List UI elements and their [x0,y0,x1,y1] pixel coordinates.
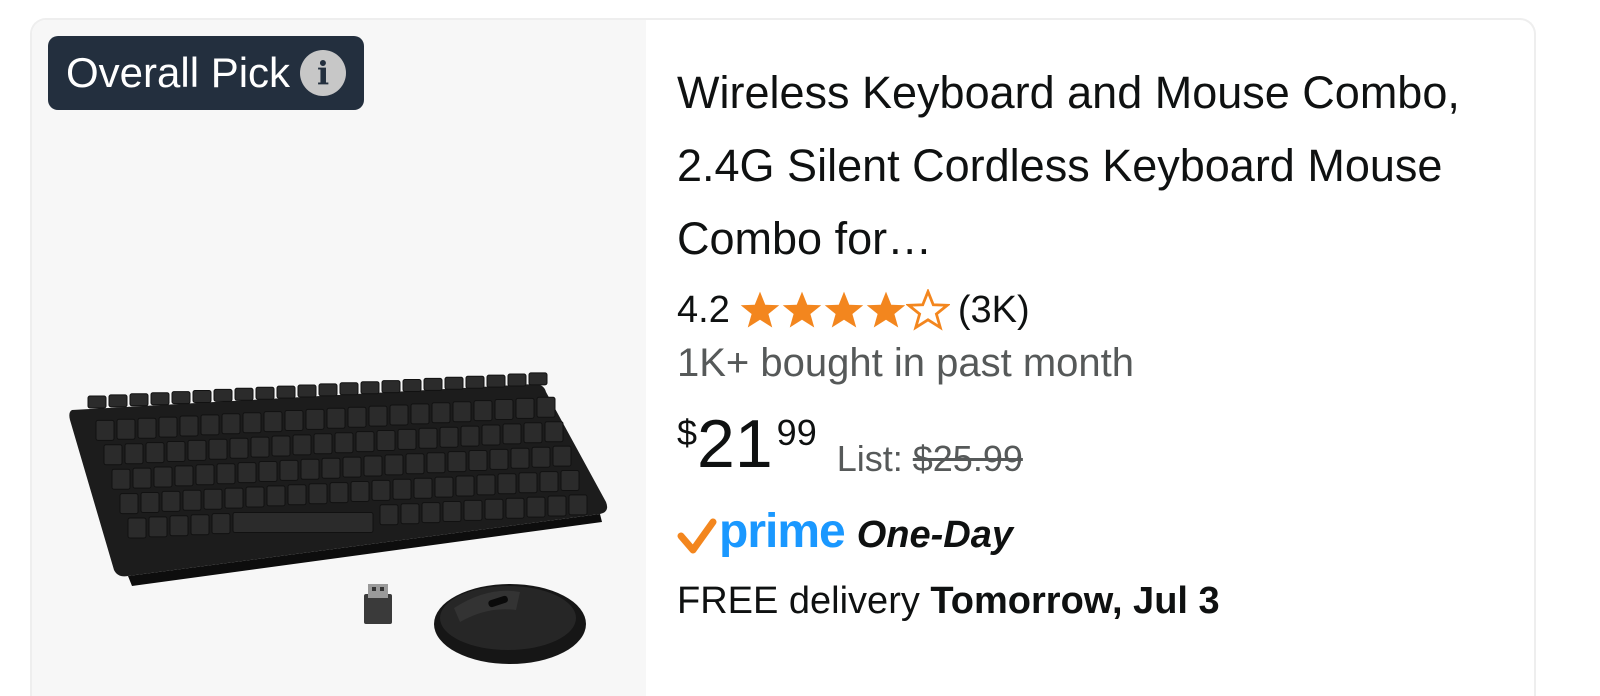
star-rating[interactable] [738,289,950,331]
product-image[interactable] [68,372,648,672]
list-price-value: $25.99 [912,438,1023,479]
info-icon[interactable]: i [300,50,347,96]
delivery-date: Tomorrow, Jul 3 [930,580,1220,622]
star-full-icon [824,291,864,328]
list-price-label: List: [836,438,903,479]
list-price: List: $25.99 [837,438,1023,480]
badge-label: Overall Pick [66,49,291,96]
wireless-mouse [434,584,586,664]
delivery-info: FREE delivery Tomorrow, Jul 3 [677,580,1497,623]
prime-check-icon [677,518,717,554]
price: $ 21 99 [677,404,817,480]
price-row: $ 21 99 List: $25.99 [677,404,1497,484]
prime-logo: prime [719,504,846,558]
rating-value: 4.2 [677,288,730,331]
delivery-prefix: FREE delivery [677,580,920,622]
star-full-icon [740,291,780,328]
star-empty-icon [905,289,950,331]
star-full-icon [782,291,822,328]
usb-dongle [364,584,392,624]
overall-pick-badge: Overall Pick i [48,36,365,110]
product-details: Wireless Keyboard and Mouse Combo, 2.4G … [677,56,1497,623]
review-count[interactable]: (3K) [958,289,1030,332]
product-title[interactable]: Wireless Keyboard and Mouse Combo, 2.4G … [677,56,1497,275]
price-fraction: 99 [776,412,817,453]
rating-row[interactable]: 4.2 (3K) [677,285,1497,335]
star-full-icon [866,291,906,328]
delivery-speed: One-Day [856,513,1013,556]
bought-count: 1K+ bought in past month [677,341,1134,385]
product-image-panel[interactable]: Overall Pick i [32,20,646,696]
product-card[interactable]: Overall Pick i Wireless Keyboard and Mou… [30,18,1536,696]
price-whole: 21 [697,406,773,482]
price-symbol: $ [677,412,698,453]
prime-badge: prime One-Day [677,498,1497,564]
